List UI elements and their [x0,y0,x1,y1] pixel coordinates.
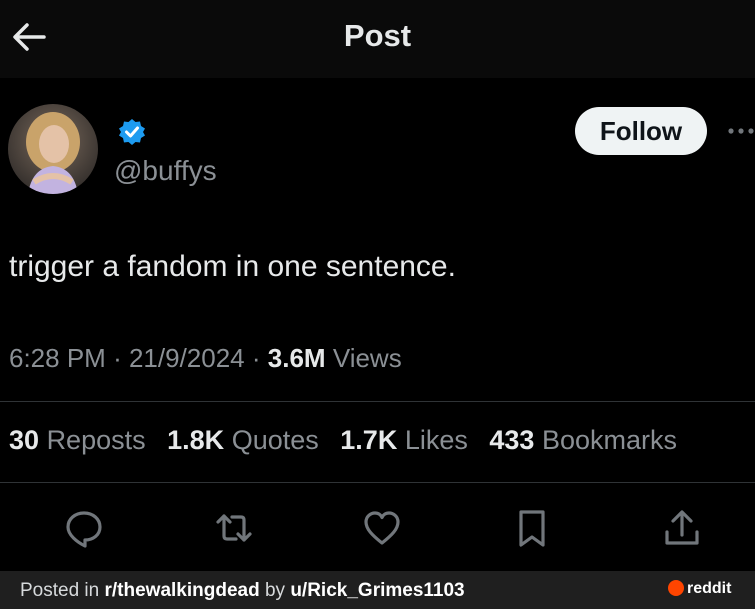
stat-label: Likes [404,425,468,455]
reddit-icon [668,580,684,596]
action-bar [0,500,755,550]
share-icon[interactable] [662,508,702,548]
reddit-logo: reddit [668,580,731,602]
reply-icon[interactable] [64,508,104,548]
username-link[interactable]: u/Rick_Grimes1103 [290,580,464,601]
stat-quotes[interactable]: 1.8K Quotes [167,425,319,455]
engagement-stats: 30 Reposts 1.8K Quotes 1.7K Likes 433 Bo… [9,425,677,456]
post-time[interactable]: 6:28 PM [9,343,106,373]
top-bar: Post [0,0,755,78]
by-label: by [259,580,291,601]
meta-separator: · [113,343,122,373]
post-text: trigger a fandom in one sentence. [9,250,456,283]
views-label: Views [332,343,402,373]
avatar[interactable] [8,104,98,194]
divider [0,401,755,402]
stat-bookmarks[interactable]: 433 Bookmarks [489,425,677,455]
posted-in-caption: Posted in r/thewalkingdead by u/Rick_Gri… [20,580,465,602]
repost-icon[interactable] [214,508,254,548]
page-title: Post [343,18,412,53]
stat-label: Quotes [231,425,319,455]
posted-in-label: Posted in [20,580,105,601]
stat-label: Bookmarks [541,425,678,455]
stat-count: 433 [489,425,535,455]
reddit-wordmark: reddit [687,580,732,597]
post-date[interactable]: 21/9/2024 [129,343,245,373]
stat-count: 30 [9,425,40,455]
divider [0,482,755,483]
like-icon[interactable] [362,508,402,548]
views-count: 3.6M [267,343,326,373]
bookmark-icon[interactable] [512,508,552,548]
post-meta: 6:28 PM · 21/9/2024 · 3.6M Views [9,343,402,374]
meta-separator: · [251,343,261,373]
follow-button[interactable]: Follow [575,107,707,155]
more-icon[interactable] [726,124,755,138]
stat-count: 1.7K [340,425,398,455]
stat-likes[interactable]: 1.7K Likes [340,425,468,455]
subreddit-link[interactable]: r/thewalkingdead [105,580,260,601]
stat-count: 1.8K [167,425,225,455]
author-handle[interactable]: @buffys [114,155,217,187]
reddit-footer: Posted in r/thewalkingdead by u/Rick_Gri… [0,571,755,609]
stat-label: Reposts [46,425,146,455]
verified-badge-icon [119,119,145,145]
stat-reposts[interactable]: 30 Reposts [9,425,146,455]
